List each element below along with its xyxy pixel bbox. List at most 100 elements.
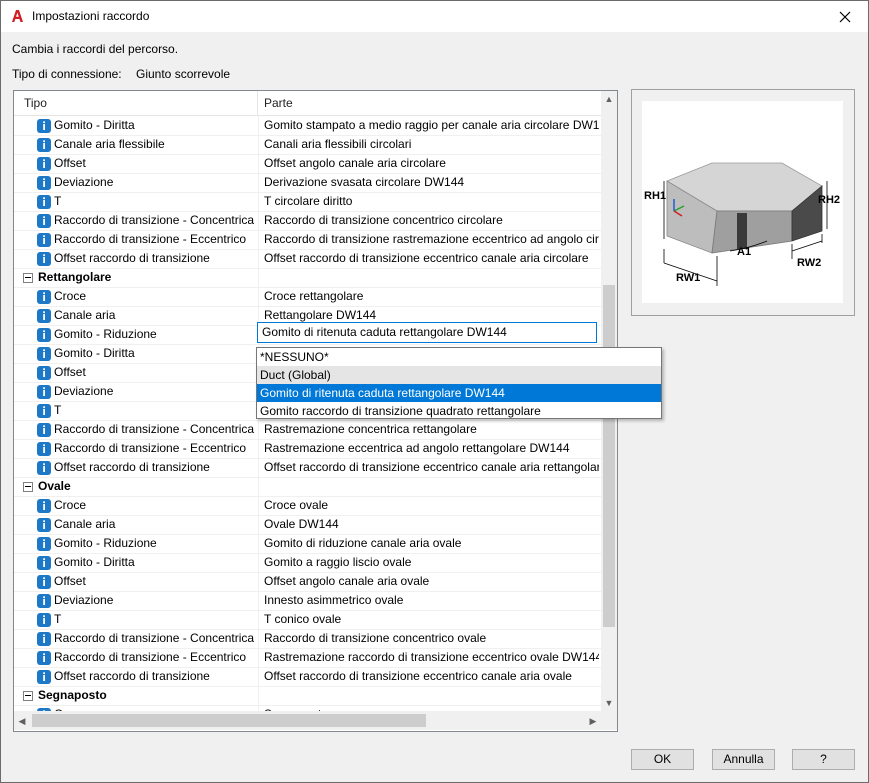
table-row[interactable]: Offset raccordo di transizione Offset rac… xyxy=(14,458,601,478)
type-cell: Rettangolare xyxy=(14,268,259,287)
horizontal-scroll-thumb[interactable] xyxy=(32,714,426,727)
part-cell[interactable]: Offset raccordo di transizione eccentric… xyxy=(264,667,599,686)
window-title: Impostazioni raccordo xyxy=(32,9,150,23)
part-cell[interactable]: Canali aria flessibili circolari xyxy=(264,135,599,154)
table-row[interactable]: Offset Offset angolo canale aria circolar… xyxy=(14,154,601,174)
part-cell[interactable]: Raccordo di transizione concentrico circ… xyxy=(264,211,599,230)
part-cell[interactable]: Offset raccordo di transizione eccentric… xyxy=(264,249,599,268)
fitting-info-icon xyxy=(37,537,51,551)
table-row[interactable]: T T conico ovale xyxy=(14,610,601,630)
category-row[interactable]: Rettangolare xyxy=(14,268,601,288)
part-cell[interactable]: Offset angolo canale aria circolare xyxy=(264,154,599,173)
part-cell[interactable]: Rastremazione concentrica rettangolare xyxy=(264,420,599,439)
part-cell[interactable]: Rastremazione raccordo di transizione ec… xyxy=(264,648,599,667)
table-row[interactable]: Gomito - Diritta Gomito stampato a medio … xyxy=(14,116,601,136)
table-row[interactable]: Gomito - Diritta Gomito a raggio liscio o… xyxy=(14,553,601,573)
table-row[interactable]: Raccordo di transizione - Eccentrico Rast… xyxy=(14,648,601,668)
label-rh2: RH2 xyxy=(818,194,840,206)
part-cell[interactable]: Raccordo di transizione concentrico oval… xyxy=(264,629,599,648)
close-button[interactable] xyxy=(822,1,868,32)
table-row[interactable]: Gomito - Riduzione Gomito di riduzione ca… xyxy=(14,534,601,554)
scroll-down-icon[interactable]: ▼ xyxy=(601,695,617,711)
type-label: Canale aria xyxy=(54,308,116,322)
table-row[interactable]: Croce Croce ovale xyxy=(14,496,601,516)
type-label: Offset raccordo di transizione xyxy=(54,251,210,265)
type-label: Raccordo di transizione - Eccentrico xyxy=(54,441,247,455)
type-label: Deviazione xyxy=(54,175,114,189)
fitting-info-icon xyxy=(37,157,51,171)
type-cell: Offset xyxy=(14,572,259,591)
part-cell[interactable]: Gomito di riduzione canale aria ovale xyxy=(264,534,599,553)
type-cell: Canale aria flessibile xyxy=(14,135,259,154)
category-row[interactable]: Segnaposto xyxy=(14,686,601,706)
type-cell: Gomito - Riduzione xyxy=(14,534,259,553)
table-row[interactable]: Deviazione Derivazione svasata circolare … xyxy=(14,173,601,193)
part-cell[interactable]: Rastremazione eccentrica ad angolo retta… xyxy=(264,439,599,458)
part-cell[interactable]: Ovale DW144 xyxy=(264,515,599,534)
table-row[interactable]: Canale aria flessibile Canali aria flessi… xyxy=(14,135,601,155)
vertical-scroll-thumb[interactable] xyxy=(603,285,615,627)
part-cell[interactable] xyxy=(264,686,599,705)
type-label: Deviazione xyxy=(54,593,114,607)
part-dropdown-list[interactable]: *NESSUNO* Duct (Global) Gomito di ritenuta… xyxy=(256,347,662,419)
part-cell[interactable]: Offset angolo canale aria ovale xyxy=(264,572,599,591)
help-button[interactable]: ? xyxy=(792,749,855,770)
part-cell[interactable] xyxy=(264,477,599,496)
part-cell[interactable]: Croce ovale xyxy=(264,496,599,515)
collapse-icon[interactable] xyxy=(23,273,33,283)
dropdown-option[interactable]: Gomito raccordo di transizione quadrato … xyxy=(257,402,661,420)
fitting-info-icon xyxy=(37,138,51,152)
table-row[interactable]: Raccordo di transizione - Concentrica Rac… xyxy=(14,629,601,649)
category-label: Ovale xyxy=(38,479,71,493)
type-cell: Deviazione xyxy=(14,591,259,610)
table-row[interactable]: Raccordo di transizione - Eccentrico Racc… xyxy=(14,230,601,250)
part-cell[interactable] xyxy=(264,268,599,287)
column-header-part[interactable]: Parte xyxy=(258,91,594,115)
part-cell[interactable]: T circolare diritto xyxy=(264,192,599,211)
table-row[interactable]: T T circolare diritto xyxy=(14,192,601,212)
scroll-up-icon[interactable]: ▲ xyxy=(601,91,617,107)
part-dropdown-edit[interactable]: Gomito di ritenuta caduta rettangolare D… xyxy=(257,322,597,343)
table-row[interactable]: Canale aria Ovale DW144 xyxy=(14,515,601,535)
type-cell: Ovale xyxy=(14,477,259,496)
dropdown-option[interactable]: *NESSUNO* xyxy=(257,348,661,366)
part-cell[interactable]: Innesto asimmetrico ovale xyxy=(264,591,599,610)
category-row[interactable]: Ovale xyxy=(14,477,601,497)
table-row[interactable]: Raccordo di transizione - Concentrica Rac… xyxy=(14,211,601,231)
ok-button[interactable]: OK xyxy=(631,749,694,770)
fitting-info-icon xyxy=(37,461,51,475)
part-cell[interactable]: Raccordo di transizione rastremazione ec… xyxy=(264,230,599,249)
part-cell[interactable]: T conico ovale xyxy=(264,610,599,629)
type-cell: T xyxy=(14,401,259,420)
type-label: Raccordo di transizione - Eccentrico xyxy=(54,232,247,246)
dropdown-option[interactable]: Duct (Global) xyxy=(257,366,661,384)
part-cell[interactable]: Gomito stampato a medio raggio per canal… xyxy=(264,116,599,135)
type-label: Raccordo di transizione - Eccentrico xyxy=(54,650,247,664)
part-cell[interactable]: Gomito a raggio liscio ovale xyxy=(264,553,599,572)
part-cell[interactable]: Croce rettangolare xyxy=(264,287,599,306)
column-header-type[interactable]: Tipo xyxy=(14,91,258,115)
type-label: Gomito - Diritta xyxy=(54,118,135,132)
table-row[interactable]: Offset raccordo di transizione Offset rac… xyxy=(14,249,601,269)
table-row[interactable]: Raccordo di transizione - Eccentrico Rast… xyxy=(14,439,601,459)
title-bar: Impostazioni raccordo xyxy=(1,1,868,32)
collapse-icon[interactable] xyxy=(23,691,33,701)
scroll-right-icon[interactable]: ▶ xyxy=(585,713,601,729)
label-rw2: RW2 xyxy=(797,257,821,269)
type-label: T xyxy=(54,403,62,417)
part-cell[interactable]: Derivazione svasata circolare DW144 xyxy=(264,173,599,192)
scroll-left-icon[interactable]: ◀ xyxy=(14,713,30,729)
type-cell: Canale aria xyxy=(14,515,259,534)
table-row[interactable]: Croce Croce rettangolare xyxy=(14,287,601,307)
table-row[interactable]: Deviazione Innesto asimmetrico ovale xyxy=(14,591,601,611)
table-row[interactable]: Raccordo di transizione - Concentrica Ras… xyxy=(14,420,601,440)
table-row[interactable]: Offset raccordo di transizione Offset rac… xyxy=(14,667,601,687)
dialog-window: Impostazioni raccordo Cambia i raccordi … xyxy=(0,0,869,783)
dropdown-option[interactable]: Gomito di ritenuta caduta rettangolare D… xyxy=(257,384,661,402)
type-label: Gomito - Diritta xyxy=(54,555,135,569)
table-row[interactable]: Offset Offset angolo canale aria ovale xyxy=(14,572,601,592)
horizontal-scrollbar[interactable]: ◀ ▶ xyxy=(14,711,601,730)
collapse-icon[interactable] xyxy=(23,482,33,492)
part-cell[interactable]: Offset raccordo di transizione eccentric… xyxy=(264,458,599,477)
cancel-button[interactable]: Annulla xyxy=(712,749,775,770)
